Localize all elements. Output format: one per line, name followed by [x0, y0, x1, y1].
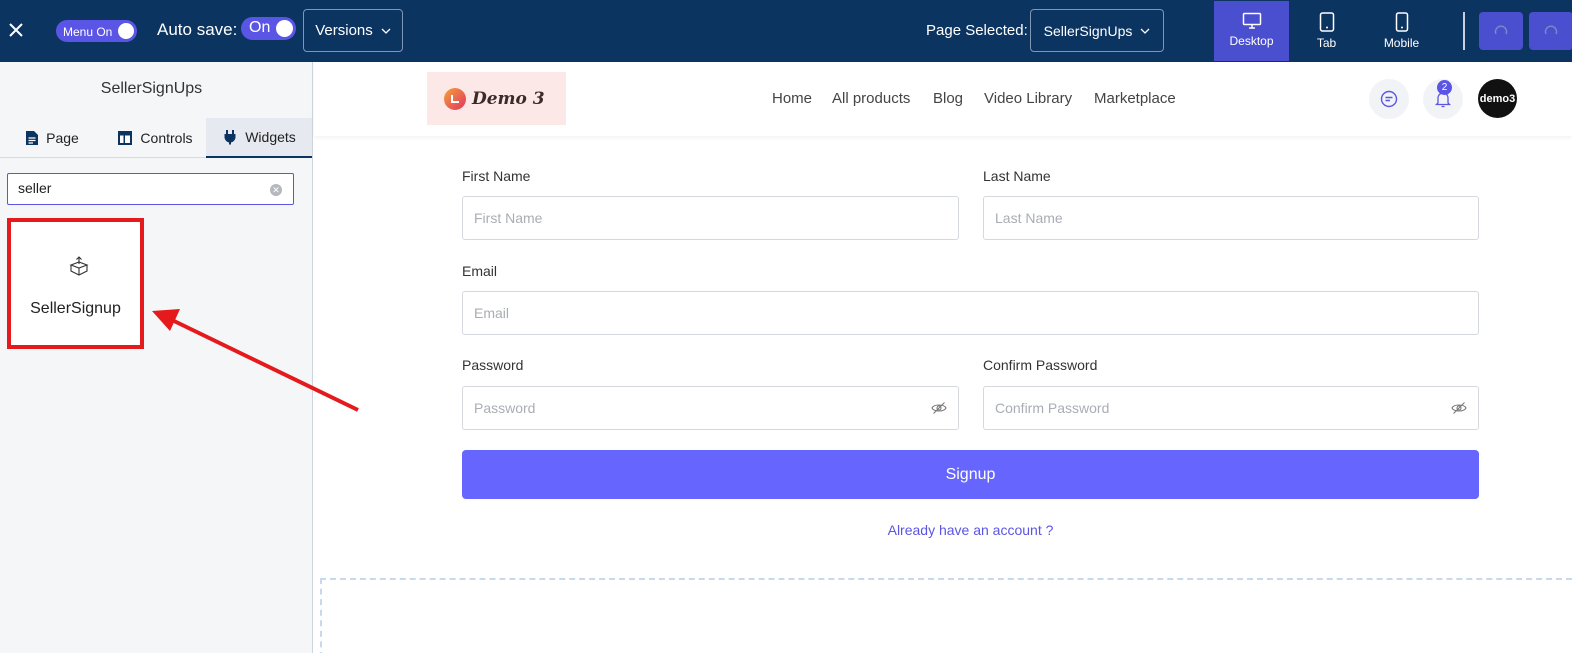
- notification-badge: 2: [1437, 80, 1452, 95]
- autosave-toggle[interactable]: On: [241, 17, 296, 40]
- toggle-knob: [276, 20, 293, 37]
- redo-icon: [1544, 25, 1558, 35]
- device-label: Desktop: [1229, 34, 1274, 48]
- first-name-field[interactable]: [462, 196, 959, 240]
- site-logo[interactable]: Demo 3: [427, 72, 566, 125]
- last-name-label: Last Name: [983, 168, 1051, 184]
- tab-page[interactable]: Page: [0, 118, 104, 158]
- section-dropzone[interactable]: [320, 578, 1572, 653]
- page-select-dropdown[interactable]: SellerSignUps: [1030, 9, 1164, 52]
- sidebar-tabs: Page Controls Widgets: [0, 118, 312, 158]
- document-icon: [26, 131, 39, 145]
- menu-toggle[interactable]: Menu On: [56, 20, 137, 42]
- first-name-input[interactable]: [474, 210, 895, 226]
- device-tab-button[interactable]: Tab: [1289, 1, 1364, 61]
- chat-icon: [1380, 90, 1398, 108]
- undo-button[interactable]: [1479, 12, 1523, 50]
- tab-label: Page: [46, 130, 79, 146]
- package-icon: [69, 256, 89, 276]
- clear-search-icon[interactable]: ✕: [270, 184, 282, 196]
- widget-label: SellerSignup: [30, 300, 121, 317]
- device-desktop-button[interactable]: Desktop: [1214, 1, 1289, 61]
- widget-search-input[interactable]: [18, 180, 258, 196]
- widget-search-field[interactable]: ✕: [7, 173, 294, 205]
- email-input[interactable]: [474, 305, 1337, 321]
- login-link[interactable]: Already have an account ?: [462, 522, 1479, 538]
- confirm-password-field[interactable]: [983, 386, 1479, 430]
- close-icon[interactable]: [6, 20, 26, 40]
- password-label: Password: [462, 357, 524, 373]
- tab-label: Widgets: [245, 129, 296, 145]
- tab-label: Controls: [140, 130, 193, 146]
- layout-icon: [118, 131, 133, 145]
- eye-slash-icon[interactable]: [931, 401, 947, 415]
- nav-all-products[interactable]: All products: [832, 90, 910, 107]
- logo-text: Demo 3: [472, 88, 545, 109]
- toolbar-divider: [1463, 12, 1465, 50]
- versions-label: Versions: [315, 22, 373, 39]
- signup-label: Signup: [945, 465, 996, 483]
- tablet-icon: [1319, 12, 1334, 32]
- chat-button[interactable]: [1369, 79, 1409, 119]
- sidebar-title: SellerSignUps: [100, 80, 203, 97]
- autosave-label: Auto save:: [157, 20, 238, 39]
- device-mobile-button[interactable]: Mobile: [1364, 1, 1439, 61]
- avatar[interactable]: demo3: [1478, 79, 1517, 118]
- nav-blog[interactable]: Blog: [933, 90, 963, 107]
- toggle-knob: [118, 23, 134, 39]
- tab-controls[interactable]: Controls: [104, 118, 206, 158]
- tab-widgets[interactable]: Widgets: [206, 118, 312, 158]
- password-field[interactable]: [462, 386, 959, 430]
- eye-slash-icon[interactable]: [1451, 401, 1467, 415]
- last-name-field[interactable]: [983, 196, 1479, 240]
- password-input[interactable]: [474, 400, 895, 416]
- versions-dropdown[interactable]: Versions: [303, 9, 403, 52]
- chevron-down-icon: [1140, 28, 1150, 34]
- nav-marketplace[interactable]: Marketplace: [1094, 90, 1176, 107]
- email-field[interactable]: [462, 291, 1479, 335]
- confirm-password-input[interactable]: [995, 400, 1415, 416]
- nav-home[interactable]: Home: [772, 90, 812, 107]
- undo-icon: [1494, 25, 1508, 35]
- mobile-icon: [1395, 12, 1408, 32]
- plug-icon: [224, 130, 236, 145]
- confirm-password-label: Confirm Password: [983, 357, 1098, 373]
- site-header: Demo 3 Home All products Blog Video Libr…: [314, 62, 1572, 136]
- page-canvas: Demo 3 Home All products Blog Video Libr…: [314, 62, 1572, 653]
- editor-sidebar: SellerSignUps Page Controls Widgets ✕ Se…: [0, 62, 313, 653]
- email-label: Email: [462, 263, 498, 279]
- chevron-down-icon: [381, 28, 391, 34]
- nav-video-library[interactable]: Video Library: [984, 90, 1072, 107]
- page-selected-label: Page Selected:: [926, 22, 1028, 39]
- logo-mark-icon: [444, 87, 466, 110]
- last-name-input[interactable]: [995, 210, 1415, 226]
- page-select-value: SellerSignUps: [1043, 22, 1133, 39]
- first-name-label: First Name: [462, 168, 531, 184]
- desktop-icon: [1242, 12, 1261, 29]
- top-toolbar: Menu On Auto save: On Versions Page Sele…: [0, 0, 1572, 62]
- avatar-text: demo3: [1479, 92, 1516, 105]
- menu-toggle-label: Menu On: [63, 25, 113, 39]
- widget-seller-signup[interactable]: SellerSignup: [7, 218, 144, 349]
- signup-button[interactable]: Signup: [462, 450, 1479, 499]
- redo-button[interactable]: [1529, 12, 1572, 50]
- autosave-toggle-label: On: [249, 19, 271, 36]
- device-label: Mobile: [1383, 36, 1420, 50]
- device-label: Tab: [1316, 36, 1337, 50]
